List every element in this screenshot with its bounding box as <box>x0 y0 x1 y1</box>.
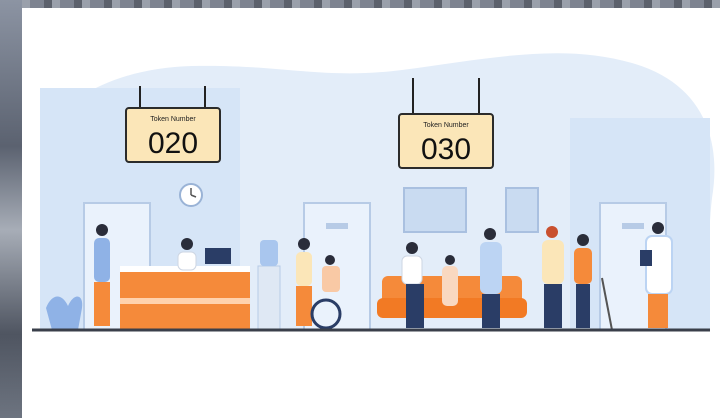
monitor-icon <box>205 248 231 264</box>
door-middle-plate <box>326 223 348 229</box>
token-number-right: 030 <box>421 133 471 166</box>
token-caption-left: Token Number <box>150 116 196 123</box>
background-left-edge <box>0 0 22 418</box>
hospital-reception-illustration: Token Number 020 Token Number 030 <box>22 8 720 418</box>
background-window-strip <box>0 0 720 8</box>
notice-board-2 <box>505 187 539 233</box>
notice-board-1 <box>403 187 467 233</box>
door-right-plate <box>622 223 644 229</box>
doctor-with-clipboard <box>480 228 502 328</box>
plant-icon <box>46 296 83 330</box>
water-cooler <box>257 265 281 331</box>
illustration-canvas: Token Number 020 Token Number 030 <box>32 53 715 332</box>
token-number-left: 020 <box>148 127 198 160</box>
receptionist-standing <box>94 224 110 326</box>
token-caption-right: Token Number <box>423 122 469 129</box>
